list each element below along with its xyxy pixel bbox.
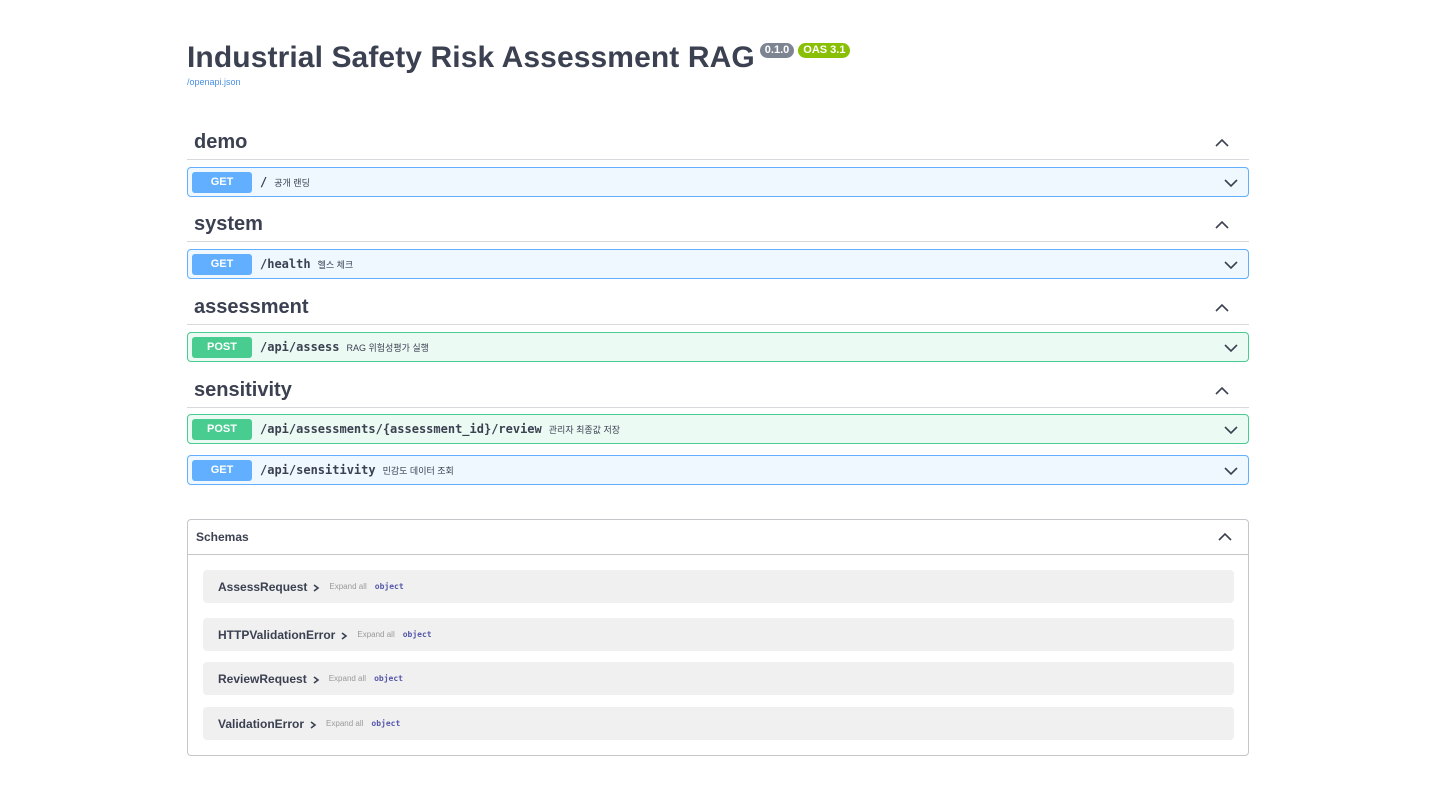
chevron-down-icon[interactable] <box>1224 464 1238 478</box>
tag-name: assessment <box>194 296 309 318</box>
operation-path: / <box>260 175 268 189</box>
model-review-request[interactable]: ReviewRequest Expand all object <box>203 662 1234 695</box>
tag-header-demo[interactable]: demo <box>187 126 1249 160</box>
chevron-right-icon[interactable] <box>312 676 320 684</box>
model-type: object <box>374 674 403 683</box>
schemas-section: Schemas AssessRequest Expand all object … <box>187 519 1249 756</box>
operation-get-health[interactable]: GET /health 헬스 체크 <box>187 249 1249 279</box>
chevron-down-icon[interactable] <box>1224 258 1238 272</box>
tag-header-assessment[interactable]: assessment <box>187 291 1249 325</box>
operation-post-review[interactable]: POST /api/assessments/{assessment_id}/re… <box>187 414 1249 444</box>
model-type: object <box>374 582 404 591</box>
expand-all-button[interactable]: Expand all <box>326 719 363 728</box>
model-assess-request[interactable]: AssessRequest Expand all object <box>203 570 1234 603</box>
chevron-down-icon[interactable] <box>1224 176 1238 190</box>
title-row: Industrial Safety Risk Assessment RAG 0.… <box>187 40 1249 76</box>
operation-summary: RAG 위험성평가 실행 <box>346 342 429 353</box>
method-badge: GET <box>192 253 252 275</box>
operation-get-sensitivity[interactable]: GET /api/sensitivity 민감도 데이터 조회 <box>187 455 1249 485</box>
chevron-right-icon[interactable] <box>340 632 348 640</box>
operation-summary: 공개 랜딩 <box>274 177 310 188</box>
method-badge: POST <box>192 336 252 358</box>
openapi-json-link[interactable]: /openapi.json <box>187 76 1249 88</box>
tag-name: sensitivity <box>194 379 292 401</box>
chevron-down-icon[interactable] <box>1224 341 1238 355</box>
operation-path: /health <box>260 257 311 271</box>
api-title: Industrial Safety Risk Assessment RAG <box>187 41 755 74</box>
operation-path: /api/assessments/{assessment_id}/review <box>260 422 542 436</box>
chevron-down-icon[interactable] <box>1224 423 1238 437</box>
tag-name: system <box>194 213 263 235</box>
operation-summary: 관리자 최종값 저장 <box>548 424 621 435</box>
operation-path: /api/assess <box>260 340 340 354</box>
model-validation-error[interactable]: ValidationError Expand all object <box>203 707 1234 740</box>
tag-header-sensitivity[interactable]: sensitivity <box>187 374 1249 408</box>
expand-all-button[interactable]: Expand all <box>329 582 366 591</box>
chevron-up-icon[interactable] <box>1215 218 1229 232</box>
chevron-up-icon[interactable] <box>1215 136 1229 150</box>
chevron-right-icon[interactable] <box>312 584 320 592</box>
tag-header-system[interactable]: system <box>187 208 1249 242</box>
model-type: object <box>371 719 401 728</box>
expand-all-button[interactable]: Expand all <box>357 630 394 639</box>
schemas-header[interactable]: Schemas <box>188 520 1248 555</box>
schemas-title: Schemas <box>196 530 249 544</box>
operation-summary: 헬스 체크 <box>317 259 354 270</box>
chevron-up-icon[interactable] <box>1215 301 1229 315</box>
operation-path: /api/sensitivity <box>260 463 376 477</box>
operation-summary: 민감도 데이터 조회 <box>382 465 454 476</box>
tag-name: demo <box>194 131 248 153</box>
model-name[interactable]: AssessRequest <box>218 580 307 594</box>
operation-get-root[interactable]: GET / 공개 랜딩 <box>187 167 1249 197</box>
model-name[interactable]: ReviewRequest <box>218 672 307 686</box>
oas-badge: OAS 3.1 <box>798 43 851 58</box>
chevron-up-icon[interactable] <box>1218 530 1232 544</box>
model-name[interactable]: HTTPValidationError <box>218 628 335 642</box>
model-name[interactable]: ValidationError <box>218 717 304 731</box>
method-badge: GET <box>192 171 252 193</box>
method-badge: GET <box>192 459 252 481</box>
api-info: Industrial Safety Risk Assessment RAG 0.… <box>187 40 1249 88</box>
model-type: object <box>402 630 432 639</box>
version-badge: 0.1.0 <box>759 43 795 58</box>
chevron-right-icon[interactable] <box>309 721 317 729</box>
model-http-validation-error[interactable]: HTTPValidationError Expand all object <box>203 618 1234 651</box>
operation-post-assess[interactable]: POST /api/assess RAG 위험성평가 실행 <box>187 332 1249 362</box>
expand-all-button[interactable]: Expand all <box>329 674 366 683</box>
chevron-up-icon[interactable] <box>1215 384 1229 398</box>
method-badge: POST <box>192 418 252 440</box>
